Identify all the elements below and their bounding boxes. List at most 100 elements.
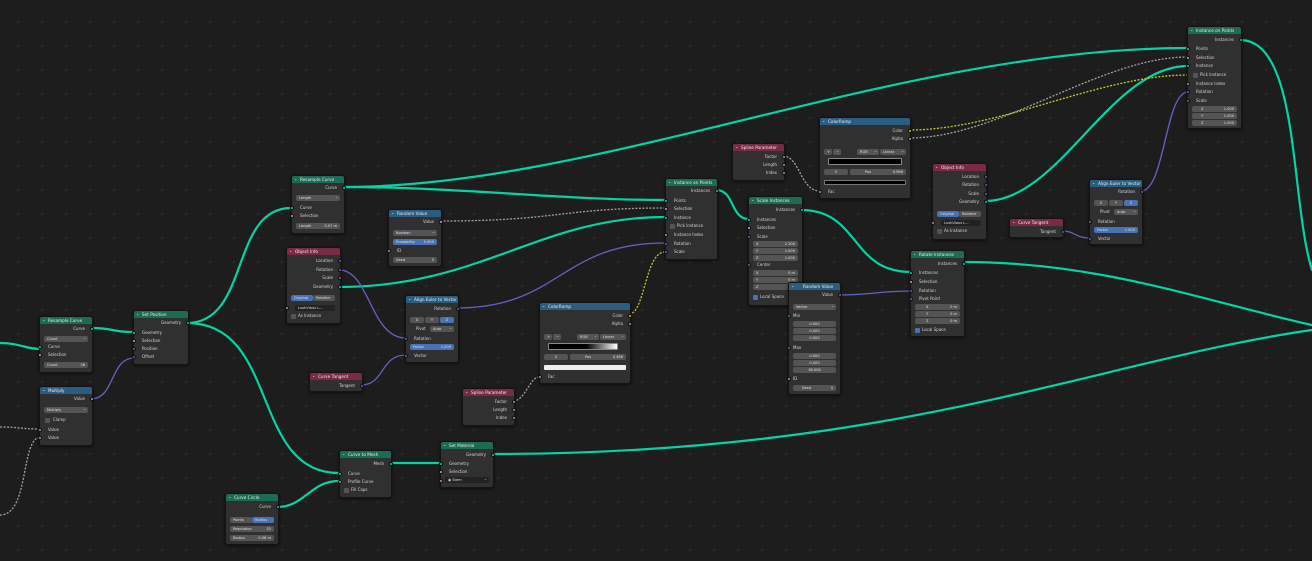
factor-field[interactable]: Factor 1.000	[410, 344, 454, 350]
max-z-field[interactable]: 38.000	[793, 367, 836, 373]
relative-button[interactable]: Relative	[313, 295, 335, 301]
interpolation-dropdown[interactable]: Linear	[880, 149, 906, 155]
scale-x-field[interactable]: X 2.300	[753, 241, 798, 247]
node-header[interactable]: Curve Tangent	[310, 373, 362, 380]
node-header[interactable]: Spline Parameter	[733, 144, 784, 151]
node-header[interactable]: Multiply	[40, 387, 92, 394]
stop-index-field[interactable]: 0	[824, 169, 848, 175]
output-socket[interactable]	[389, 462, 393, 466]
input-socket[interactable]	[747, 263, 751, 267]
node-object-info[interactable]: Object Info Location Rotation Scale Geom…	[931, 163, 988, 240]
seed-field[interactable]: Seed 0	[793, 385, 836, 391]
input-socket[interactable]	[664, 242, 668, 246]
input-socket[interactable]	[439, 479, 443, 483]
probability-field[interactable]: Probability 0.900	[393, 239, 437, 245]
node-color-ramp[interactable]: ColorRamp Color Alpha + − RGB Linear 0 P…	[538, 302, 632, 384]
remove-stop-button[interactable]: −	[833, 149, 841, 155]
input-socket[interactable]	[664, 207, 668, 211]
as-instance-checkbox[interactable]	[291, 314, 296, 319]
node-instance-on-points[interactable]: Instance on Points Instances Points Sele…	[1186, 26, 1243, 129]
data-type-dropdown[interactable]: Boolean	[393, 230, 437, 236]
input-socket[interactable]	[909, 289, 913, 293]
output-socket[interactable]	[908, 129, 912, 133]
count-field[interactable]: Count 36	[44, 362, 88, 368]
input-socket[interactable]	[38, 428, 42, 432]
scale-y-field[interactable]: Y 1.000	[753, 248, 798, 254]
axis-y-button[interactable]: Y	[1109, 200, 1123, 206]
data-type-dropdown[interactable]: Vector	[793, 304, 836, 310]
output-socket[interactable]	[782, 171, 786, 175]
input-socket[interactable]	[664, 250, 668, 254]
node-set-material[interactable]: Set Material Geometry Geometry Selection…	[439, 441, 495, 488]
node-multiply[interactable]: Multiply Value Multiply Clamp Value Valu…	[38, 386, 94, 446]
input-socket[interactable]	[132, 339, 136, 343]
color-ramp-bar[interactable]	[828, 158, 902, 165]
node-header[interactable]: Set Position	[134, 311, 188, 318]
axis-y-button[interactable]: Y	[425, 317, 439, 323]
max-y-field[interactable]: 0.000	[793, 360, 836, 366]
add-stop-button[interactable]: +	[824, 149, 832, 155]
stop-color-swatch[interactable]	[544, 365, 626, 370]
remove-stop-button[interactable]: −	[553, 334, 561, 340]
output-socket[interactable]	[491, 453, 495, 457]
input-socket[interactable]	[132, 347, 136, 351]
output-socket[interactable]	[90, 397, 94, 401]
stop-color-swatch[interactable]	[824, 180, 906, 185]
node-spline-parameter[interactable]: Spline Parameter Factor Length Index	[732, 143, 786, 181]
node-header[interactable]: Object Info	[287, 248, 340, 255]
input-socket[interactable]	[909, 297, 913, 301]
input-socket[interactable]	[538, 375, 542, 379]
output-socket[interactable]	[984, 200, 988, 204]
output-socket[interactable]	[1061, 230, 1065, 234]
node-header[interactable]: Instance on Points	[666, 179, 717, 186]
clamp-checkbox[interactable]	[45, 418, 50, 423]
object-field[interactable]: LushVious L...	[295, 305, 335, 311]
input-socket[interactable]	[664, 199, 668, 203]
node-set-position[interactable]: Set Position Geometry Geometry Selection…	[132, 310, 190, 365]
node-resample-curve[interactable]: Resample Curve Curve Length Curve Select…	[290, 175, 346, 234]
radius-button[interactable]: Radius	[252, 517, 274, 523]
output-socket[interactable]	[800, 208, 804, 212]
node-header[interactable]: ColorRamp	[820, 118, 910, 125]
node-header[interactable]: Set Material	[441, 442, 493, 449]
input-socket[interactable]	[338, 480, 342, 484]
output-socket[interactable]	[715, 189, 719, 193]
pivot-x-field[interactable]: X 0 m	[915, 304, 960, 310]
scale-x-field[interactable]: X 1.000	[1192, 106, 1237, 112]
node-header[interactable]: Spline Parameter	[463, 389, 514, 396]
color-ramp-bar[interactable]	[548, 343, 618, 350]
output-socket[interactable]	[338, 285, 342, 289]
mode-dropdown[interactable]: Count	[44, 336, 88, 342]
operation-dropdown[interactable]: Multiply	[44, 407, 88, 413]
local-space-checkbox[interactable]	[753, 295, 758, 300]
as-instance-checkbox[interactable]	[937, 229, 942, 234]
node-header[interactable]: Object Info	[933, 164, 986, 171]
output-socket[interactable]	[1140, 190, 1144, 194]
output-socket[interactable]	[838, 293, 842, 297]
output-socket[interactable]	[186, 321, 190, 325]
node-header[interactable]: Random Value	[389, 210, 441, 217]
color-mode-dropdown[interactable]: RGB	[857, 149, 879, 155]
node-header[interactable]: Scale Instances	[749, 197, 802, 204]
input-socket[interactable]	[747, 235, 751, 239]
node-header[interactable]: Rotate Instances	[911, 251, 964, 258]
stop-position-field[interactable]: Pos 0.986	[850, 169, 906, 175]
input-socket[interactable]	[38, 436, 42, 440]
input-socket[interactable]	[787, 314, 791, 318]
input-socket[interactable]	[404, 337, 408, 341]
input-socket[interactable]	[132, 355, 136, 359]
color-mode-dropdown[interactable]: RGB	[577, 334, 599, 340]
input-socket[interactable]	[338, 472, 342, 476]
input-socket[interactable]	[285, 306, 289, 310]
node-resample-curve[interactable]: Resample Curve Curve Count Curve Selecti…	[38, 316, 94, 373]
pick-instance-checkbox[interactable]	[670, 224, 675, 229]
factor-field[interactable]: Factor 1.000	[1094, 227, 1138, 233]
scale-y-field[interactable]: Y 1.000	[1192, 113, 1237, 119]
node-header[interactable]: Align Euler to Vector	[1090, 180, 1142, 187]
input-socket[interactable]	[1186, 47, 1190, 51]
output-socket[interactable]	[962, 262, 966, 266]
points-button[interactable]: Points	[230, 517, 252, 523]
input-socket[interactable]	[747, 218, 751, 222]
fill-caps-checkbox[interactable]	[344, 488, 349, 493]
node-header[interactable]: Random Value	[789, 283, 840, 290]
